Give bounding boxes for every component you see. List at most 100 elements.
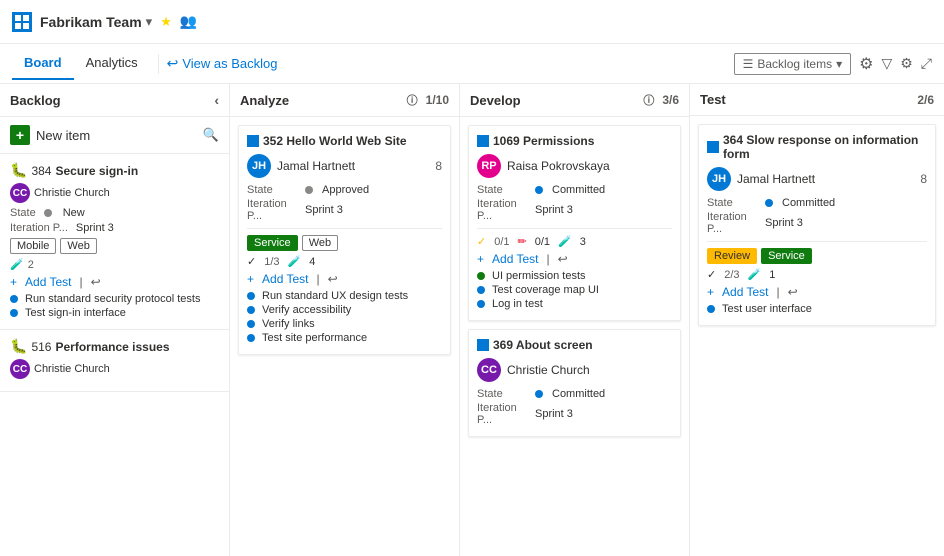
develop-col-header: Develop ⓘ 3/6 bbox=[460, 84, 689, 117]
star-icon[interactable]: ★ bbox=[160, 14, 172, 30]
test-dot bbox=[247, 334, 255, 342]
assignee-row: CC Christie Church bbox=[10, 183, 219, 203]
backlog-items-btn[interactable]: ☰ Backlog items ▾ bbox=[734, 53, 852, 75]
kcard-369: 369 About screen CC Christie Church Stat… bbox=[468, 329, 681, 437]
add-test-row[interactable]: + Add Test | ↩ bbox=[10, 275, 219, 289]
new-item-btn[interactable]: + New item 🔍 bbox=[0, 117, 229, 154]
nav-divider bbox=[158, 54, 159, 74]
card-type-icon bbox=[247, 135, 259, 147]
people-icon[interactable]: 👥 bbox=[180, 13, 197, 30]
kcard-progress: ✓ 1/3 🧪 4 bbox=[247, 255, 442, 268]
link-icon: | bbox=[80, 275, 83, 289]
test-item: Test coverage map UI bbox=[477, 284, 672, 296]
kcard-iter-row: Iteration P... Sprint 3 bbox=[247, 198, 442, 222]
assignee-name: Christie Church bbox=[34, 363, 110, 375]
kcard-tags: Service Web bbox=[247, 235, 442, 251]
tag-web: Web bbox=[60, 238, 96, 254]
backlog-card-516: 🐛 516 Performance issues CC Christie Chu… bbox=[0, 330, 229, 392]
bug-icon: 🐛 bbox=[10, 338, 27, 355]
test-count: 2/6 bbox=[917, 93, 934, 107]
flask-icon: 🧪 bbox=[748, 268, 762, 281]
kcard-tags: Review Service bbox=[707, 248, 927, 264]
tag-service: Service bbox=[247, 235, 298, 251]
test-item: Run standard security protocol tests bbox=[10, 293, 219, 305]
card-title-row: 🐛 516 Performance issues bbox=[10, 338, 219, 355]
kcard-progress: ✓ 2/3 🧪 1 bbox=[707, 268, 927, 281]
backlog-column: Backlog ‹ + New item 🔍 🐛 384 Secure sign… bbox=[0, 84, 230, 556]
backlog-icon: ↩ bbox=[167, 55, 179, 72]
kanban-col-test: Test 2/6 364 Slow response on informatio… bbox=[690, 84, 944, 556]
test-item: Run standard UX design tests bbox=[247, 290, 442, 302]
kcard-iter-row: Iteration P... Sprint 3 bbox=[707, 211, 927, 235]
app-logo bbox=[12, 12, 32, 32]
kcard-num: 8 bbox=[920, 172, 927, 186]
assignee-name: Christie Church bbox=[34, 187, 110, 199]
kcard-test-list: Test user interface bbox=[707, 303, 927, 315]
kcard-header: 364 Slow response on information form bbox=[707, 133, 927, 161]
kcard-header: 1069 Permissions bbox=[477, 134, 672, 148]
header-icons: ▾ ★ 👥 bbox=[146, 13, 198, 30]
test-item: Verify links bbox=[247, 318, 442, 330]
kcard-352: 352 Hello World Web Site JH Jamal Hartne… bbox=[238, 125, 451, 355]
card-type-icon bbox=[707, 141, 719, 153]
check-icon: ✓ bbox=[707, 268, 716, 281]
test-dot bbox=[707, 305, 715, 313]
add-test-icon: + bbox=[10, 275, 17, 289]
kcard-state-row: State Committed bbox=[477, 184, 672, 196]
search-icon[interactable]: 🔍 bbox=[203, 127, 219, 143]
add-test-row[interactable]: + Add Test | ↩ bbox=[477, 252, 672, 266]
add-test-label: Add Test bbox=[722, 285, 768, 299]
kcard-header: 352 Hello World Web Site bbox=[247, 134, 442, 148]
kcard-iter-row: Iteration P... Sprint 3 bbox=[477, 402, 672, 426]
tab-board[interactable]: Board bbox=[12, 47, 74, 80]
backlog-col-header: Backlog ‹ bbox=[0, 84, 229, 117]
test-cards: 364 Slow response on information form JH… bbox=[690, 116, 944, 556]
kanban-col-analyze: Analyze ⓘ 1/10 352 Hello World Web Site … bbox=[230, 84, 460, 556]
kanban-col-develop: Develop ⓘ 3/6 1069 Permissions RP Raisa … bbox=[460, 84, 690, 556]
add-test-label: Add Test bbox=[25, 275, 71, 289]
add-test-icon: + bbox=[477, 252, 484, 266]
state-dot bbox=[305, 186, 313, 194]
settings-icon[interactable]: ⚙ bbox=[900, 55, 913, 72]
filter-icon[interactable]: ▽ bbox=[881, 55, 892, 72]
test-dot bbox=[247, 306, 255, 314]
test-dot bbox=[10, 295, 18, 303]
avatar: CC bbox=[10, 359, 30, 379]
add-test-row[interactable]: + Add Test | ↩ bbox=[707, 285, 927, 299]
check-icon: ✓ bbox=[247, 255, 256, 268]
kcard-avatar-row: JH Jamal Hartnett 8 bbox=[247, 154, 442, 178]
chevron-down-icon[interactable]: ▾ bbox=[146, 14, 153, 30]
new-item-icon: + bbox=[10, 125, 30, 145]
test-list: Run standard security protocol tests Tes… bbox=[10, 293, 219, 319]
fullscreen-icon[interactable]: ⤢ bbox=[921, 55, 932, 72]
analyze-cards: 352 Hello World Web Site JH Jamal Hartne… bbox=[230, 117, 459, 556]
state-row: State New bbox=[10, 207, 219, 219]
header: Fabrikam Team ▾ ★ 👥 bbox=[0, 0, 944, 44]
state-dot bbox=[535, 390, 543, 398]
nav-bar: Board Analytics ↩ View as Backlog ☰ Back… bbox=[0, 44, 944, 84]
iteration-row: Iteration P... Sprint 3 bbox=[10, 222, 219, 234]
test-item: Test site performance bbox=[247, 332, 442, 344]
kcard-test-list: Run standard UX design tests Verify acce… bbox=[247, 290, 442, 344]
add-test-row[interactable]: + Add Test | ↩ bbox=[247, 272, 442, 286]
backlog-card-384: 🐛 384 Secure sign-in CC Christie Church … bbox=[0, 154, 229, 330]
analyze-count: 1/10 bbox=[426, 93, 449, 107]
add-test-icon: + bbox=[707, 285, 714, 299]
collapse-icon[interactable]: ‹ bbox=[214, 92, 219, 108]
state-dot bbox=[44, 209, 52, 217]
test-item: Verify accessibility bbox=[247, 304, 442, 316]
tag-mobile: Mobile bbox=[10, 238, 56, 254]
kcard-avatar-row: JH Jamal Hartnett 8 bbox=[707, 167, 927, 191]
tab-analytics[interactable]: Analytics bbox=[74, 47, 150, 80]
kcard-avatar: JH bbox=[247, 154, 271, 178]
view-as-backlog-btn[interactable]: ↩ View as Backlog bbox=[167, 55, 278, 72]
backlog-col-title: Backlog bbox=[10, 93, 214, 108]
assignee-row: CC Christie Church bbox=[10, 359, 219, 379]
state-dot bbox=[535, 186, 543, 194]
kcard-1069: 1069 Permissions RP Raisa Pokrovskaya St… bbox=[468, 125, 681, 321]
test-col-name: Test bbox=[700, 92, 909, 107]
check-icon: ✓ bbox=[477, 235, 486, 248]
filter-settings-icon[interactable]: ⚙ bbox=[859, 54, 873, 74]
test-col-header: Test 2/6 bbox=[690, 84, 944, 116]
info-icon: ⓘ bbox=[643, 92, 654, 108]
